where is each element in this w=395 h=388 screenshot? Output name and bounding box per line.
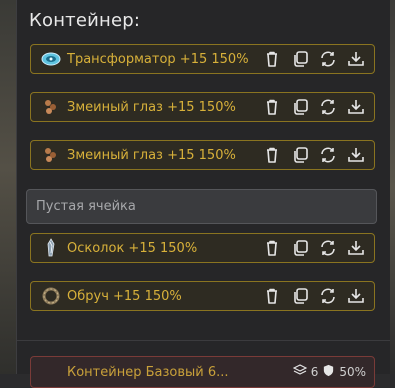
slot-item-label: Змеиный глаз +15 150% xyxy=(67,147,236,163)
sync-icon[interactable] xyxy=(318,145,338,165)
slot-item[interactable]: Обруч +15 150% xyxy=(30,281,375,311)
container-card-meta: 6 50% xyxy=(292,363,366,381)
trash-icon[interactable] xyxy=(262,145,282,165)
slot-actions xyxy=(262,145,366,165)
trash-icon[interactable] xyxy=(262,286,282,306)
copy-icon[interactable] xyxy=(290,145,310,165)
trash-icon[interactable] xyxy=(262,49,282,69)
slot-item[interactable]: Осколок +15 150% xyxy=(30,233,375,263)
divider xyxy=(17,340,390,341)
empty-slot-label: Пустая ячейка xyxy=(36,199,136,214)
slot-item-label: Осколок +15 150% xyxy=(67,240,198,256)
slot-item-label: Змеиный глаз +15 150% xyxy=(67,99,236,115)
trash-icon[interactable] xyxy=(262,238,282,258)
download-icon[interactable] xyxy=(346,286,366,306)
slot-actions xyxy=(262,49,366,69)
slot-actions xyxy=(262,97,366,117)
slot-item[interactable]: Трансформатор +15 150% xyxy=(30,44,375,74)
slot-actions xyxy=(262,238,366,258)
slot-item-label: Трансформатор +15 150% xyxy=(67,51,249,67)
hoop-icon xyxy=(41,286,61,306)
snake-eye-icon xyxy=(41,97,61,117)
download-icon[interactable] xyxy=(346,97,366,117)
copy-icon[interactable] xyxy=(290,286,310,306)
download-icon[interactable] xyxy=(346,238,366,258)
empty-slot[interactable]: Пустая ячейка xyxy=(26,189,377,224)
container-card[interactable]: Контейнер Базовый 6... 6 50% xyxy=(30,356,375,388)
trash-icon[interactable] xyxy=(262,97,282,117)
snake-eye-icon xyxy=(41,145,61,165)
slot-item[interactable]: Змеиный глаз +15 150% xyxy=(30,92,375,122)
transformer-icon xyxy=(41,49,61,69)
container-card-count: 6 xyxy=(310,365,319,379)
download-icon[interactable] xyxy=(346,49,366,69)
shard-icon xyxy=(41,238,61,258)
background-left-edge xyxy=(0,0,16,374)
panel-title: Контейнер: xyxy=(29,10,141,31)
container-panel: Контейнер: Трансформатор +15 150% Змеины… xyxy=(16,0,390,388)
sync-icon[interactable] xyxy=(318,286,338,306)
copy-icon[interactable] xyxy=(290,238,310,258)
shield-icon xyxy=(322,364,335,380)
container-card-label: Контейнер Базовый 6... xyxy=(67,364,229,380)
slot-actions xyxy=(262,286,366,306)
layers-icon xyxy=(292,363,308,381)
sync-icon[interactable] xyxy=(318,238,338,258)
sync-icon[interactable] xyxy=(318,97,338,117)
slot-item-label: Обруч +15 150% xyxy=(67,288,182,304)
copy-icon[interactable] xyxy=(290,97,310,117)
sync-icon[interactable] xyxy=(318,49,338,69)
copy-icon[interactable] xyxy=(290,49,310,69)
slot-item[interactable]: Змеиный глаз +15 150% xyxy=(30,140,375,170)
download-icon[interactable] xyxy=(346,145,366,165)
container-card-percent: 50% xyxy=(339,365,366,379)
